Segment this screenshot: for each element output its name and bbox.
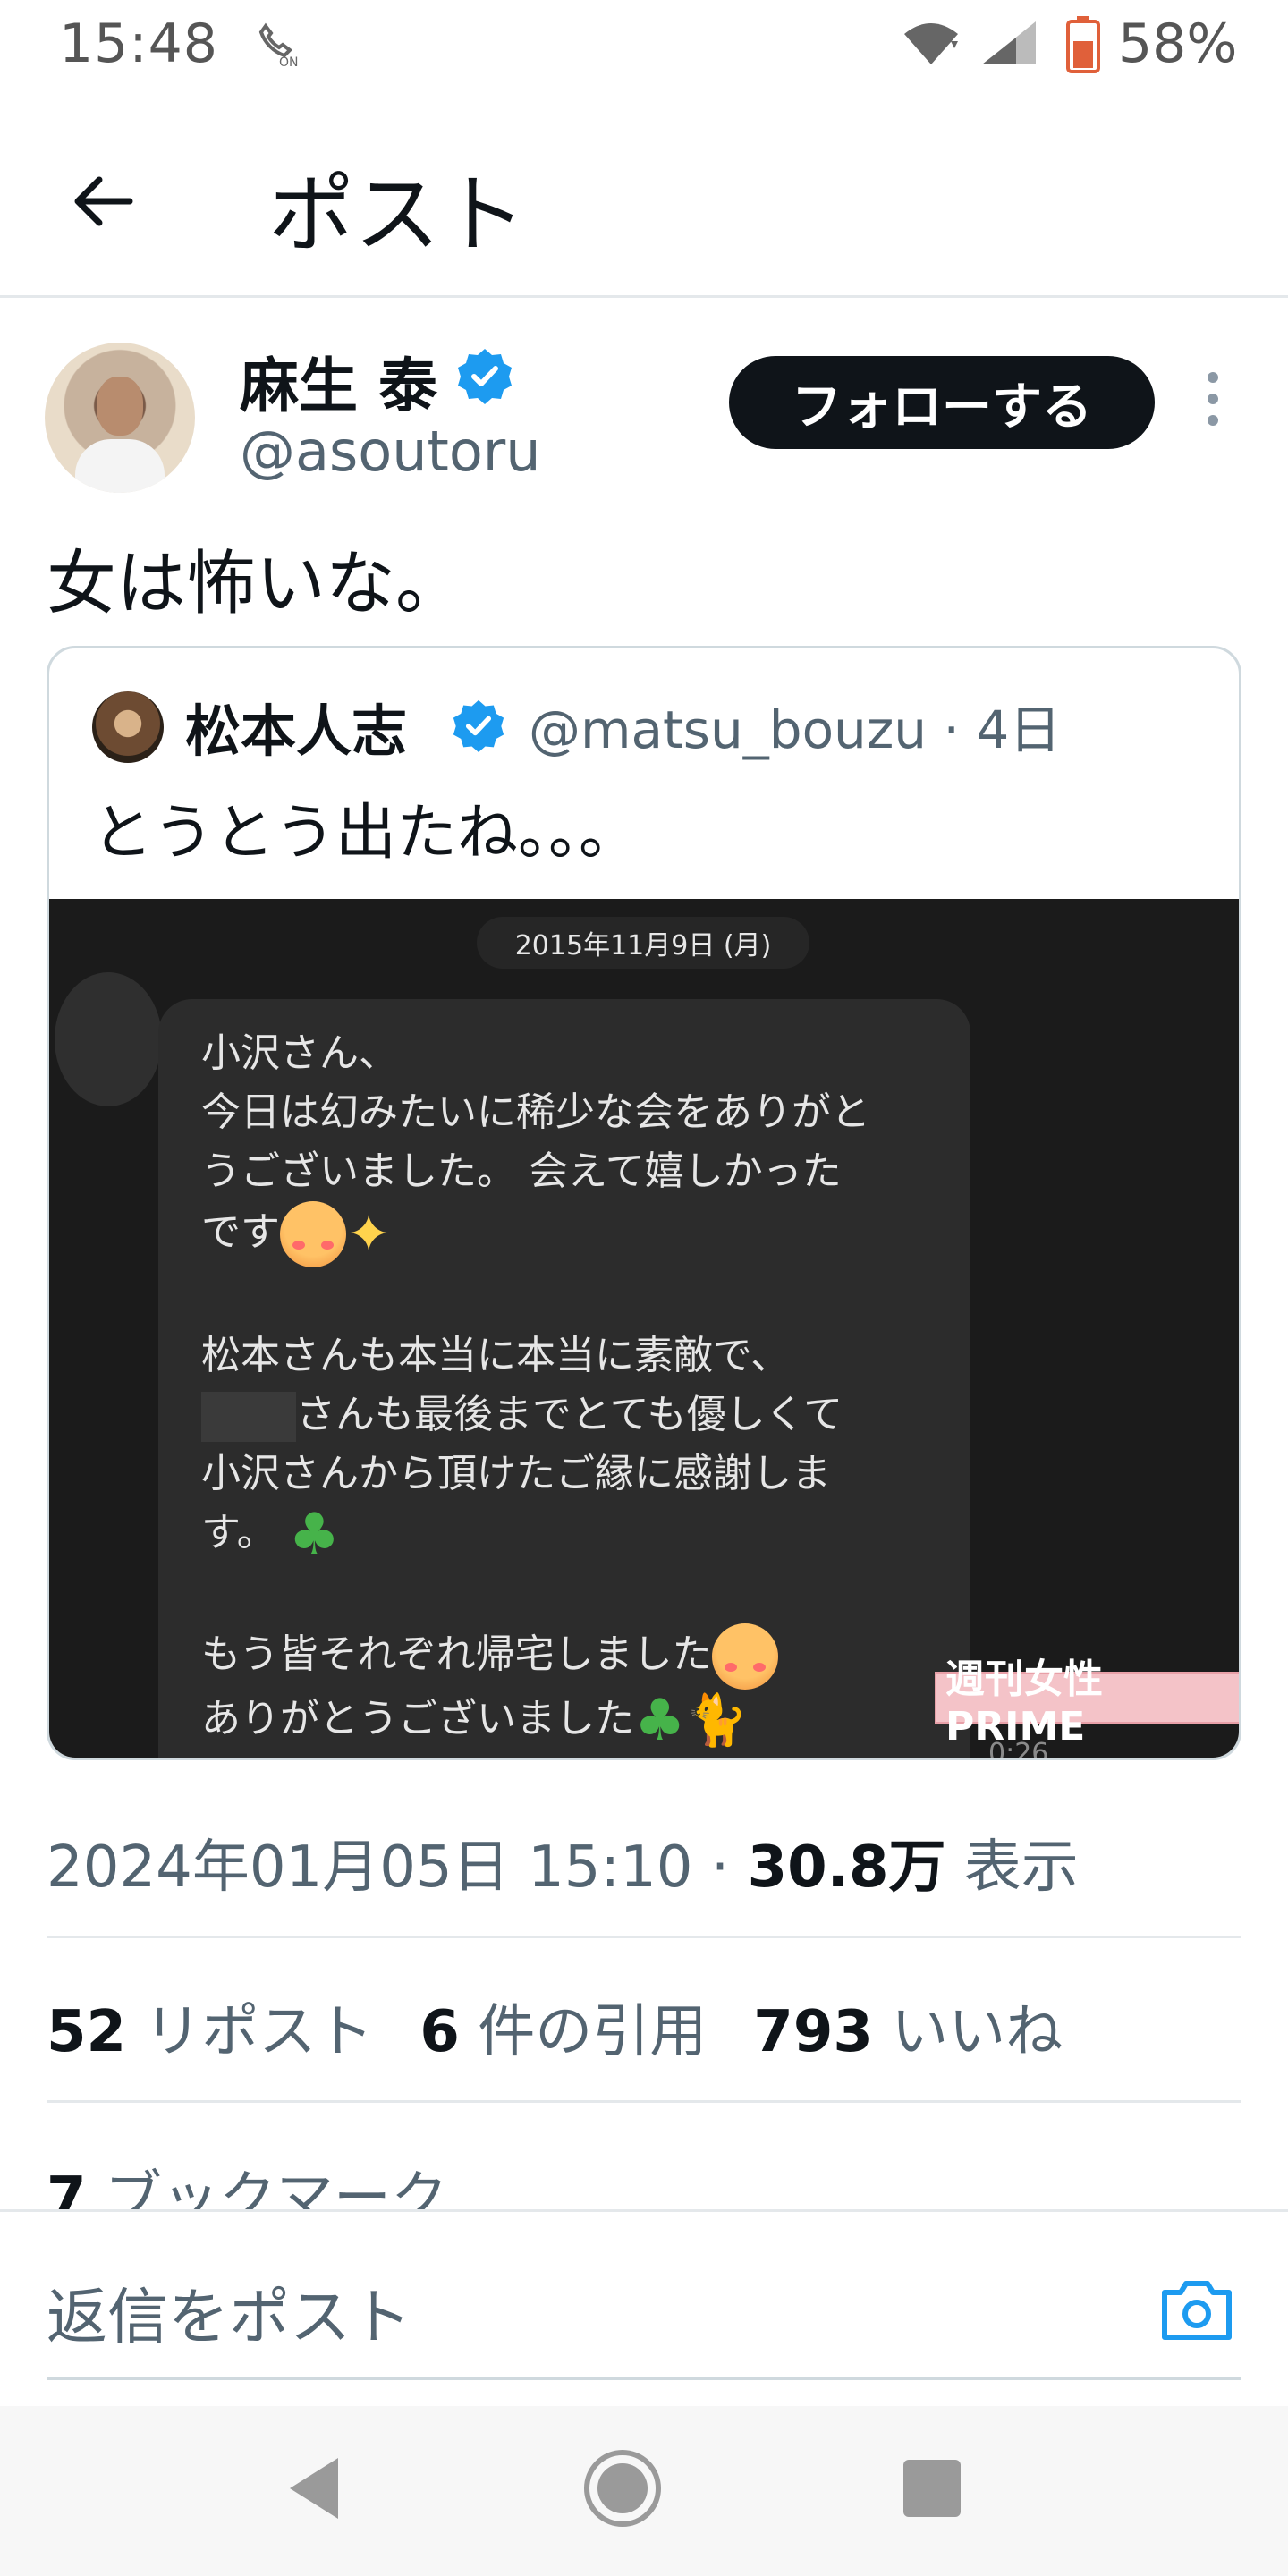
avatar-face (97, 377, 143, 436)
verified-badge-icon (453, 699, 504, 752)
reply-composer: 返信をポスト (0, 2209, 1288, 2388)
quoted-author-name: 松本人志 (185, 699, 408, 764)
message-line: さんも最後までとても優しくて (296, 1392, 843, 1437)
post-timestamp: 2024年01月05日 15:10 · 30.8万 表示 (47, 1835, 1079, 1901)
media-timecode: 0:26 (988, 1738, 1049, 1760)
engagement-stats: 52 リポスト 6 件の引用 793 いいね (47, 1986, 1063, 2068)
views-label: 表示 (963, 1835, 1079, 1901)
sparkles-icon: ✦ (346, 1203, 392, 1266)
battery-icon (1066, 16, 1100, 73)
reply-divider (47, 2377, 1241, 2380)
reposts-stat[interactable]: 52 リポスト (47, 1999, 373, 2065)
header-divider (0, 295, 1288, 298)
message-line: 小沢さんから頂けたご縁に感謝しま (201, 1451, 831, 1496)
post-text: 女は怖いな。 (47, 544, 466, 624)
message-line: もう皆それぞれ帰宅しました (201, 1631, 712, 1677)
chat-message: 小沢さん、 今日は幻みたいに稀少な会をありがと うございました。 会えて嬉しかっ… (201, 1024, 935, 1750)
redacted-name (201, 1392, 296, 1442)
call-on-icon: ON (258, 22, 299, 70)
quotes-stat[interactable]: 6 件の引用 (419, 1999, 707, 2065)
system-navigation-bar (0, 2406, 1288, 2576)
blushing-face-icon (711, 1623, 778, 1690)
blurred-avatar (55, 972, 162, 1106)
status-time: 15:48 (59, 13, 218, 75)
post-date: 2024年01月05日 15:10 (47, 1835, 693, 1901)
author-name[interactable]: 麻生 泰 (240, 338, 437, 424)
message-line: ありがとうございました (201, 1696, 634, 1741)
wifi-icon (904, 23, 958, 64)
media-watermark: 週刊女性PRIME (935, 1657, 1239, 1750)
more-options-icon[interactable] (1195, 367, 1231, 438)
status-bar: 15:48 ON 58% (0, 0, 1288, 89)
likes-stat[interactable]: 793 いいね (753, 1999, 1063, 2065)
follow-button[interactable]: フォローする (729, 356, 1155, 449)
message-line: 今日は幻みたいに稀少な会をありがと (201, 1089, 870, 1135)
nav-home-icon[interactable] (581, 2447, 664, 2529)
avatar-coat (75, 439, 165, 493)
camera-icon[interactable] (1159, 2275, 1234, 2343)
message-line: す。 (201, 1510, 276, 1555)
nav-recents-icon[interactable] (903, 2460, 961, 2517)
bookmarks-stat[interactable]: 7 ブックマーク (47, 2152, 448, 2209)
blushing-face-icon (280, 1201, 346, 1267)
svg-text:ON: ON (279, 55, 299, 70)
quoted-post-text: とうとう出たね。。。 (92, 798, 640, 869)
top-app-bar: ポスト (0, 98, 1288, 295)
message-line: です (201, 1209, 280, 1255)
quoted-media-image[interactable]: 2015年11月9日 (月) 小沢さん、 今日は幻みたいに稀少な会をありがと う… (49, 899, 1239, 1760)
quoted-post[interactable]: 松本人志 @matsu_bouzu · 4日 とうとう出たね。。。 2015年1… (47, 646, 1241, 1760)
divider (47, 2100, 1241, 2103)
message-line: うございました。 会えて嬉しかった (201, 1148, 842, 1194)
signal-icon (982, 21, 1036, 64)
quoted-author-avatar (92, 691, 164, 763)
arrow-left-icon (74, 176, 133, 226)
message-line: 松本さんも本当に本当に素敵で、 (201, 1333, 791, 1378)
message-line: 小沢さん、 (201, 1030, 398, 1076)
cat-icon: 🐈 (685, 1691, 749, 1750)
clover-icon: ♣ (288, 1502, 340, 1568)
quoted-author-meta: @matsu_bouzu · 4日 (529, 699, 1062, 760)
divider (47, 1936, 1241, 1938)
chat-date-pill: 2015年11月9日 (月) (477, 917, 809, 969)
verified-badge-icon (458, 349, 512, 404)
clover-icon: ♣ (634, 1688, 686, 1754)
page-title: ポスト (268, 165, 526, 265)
back-button[interactable] (54, 152, 152, 250)
author-handle[interactable]: @asoutoru (240, 419, 541, 484)
reply-input[interactable]: 返信をポスト (47, 2267, 411, 2356)
nav-back-icon[interactable] (283, 2453, 345, 2524)
author-avatar[interactable] (45, 343, 195, 493)
battery-percentage: 58% (1118, 13, 1238, 75)
views-count: 30.8万 (747, 1835, 946, 1901)
